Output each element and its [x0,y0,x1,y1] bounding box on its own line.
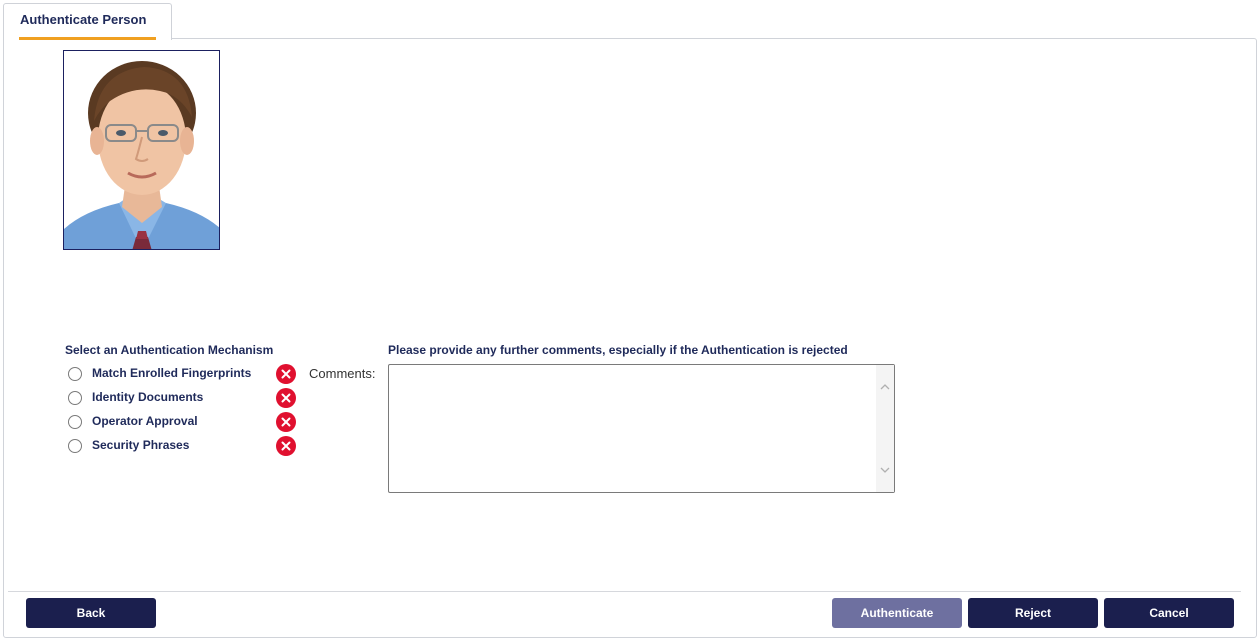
footer-divider [8,591,1241,592]
radio-button[interactable] [68,415,82,429]
mechanism-option-identity-documents[interactable]: Identity Documents [68,388,308,412]
radio-button[interactable] [68,391,82,405]
mechanism-option-operator-approval[interactable]: Operator Approval [68,412,308,436]
mechanism-option-label[interactable]: Operator Approval [92,414,198,428]
chevron-down-icon[interactable] [880,466,890,474]
mechanism-option-label[interactable]: Security Phrases [92,438,189,452]
error-x-icon [276,436,296,456]
comments-scrollbar[interactable] [876,365,894,492]
radio-button[interactable] [68,439,82,453]
error-x-icon [276,388,296,408]
mechanism-list: Match Enrolled Fingerprints Identity Doc… [68,364,308,460]
radio-button[interactable] [68,367,82,381]
error-x-icon [276,412,296,432]
authenticate-button[interactable]: Authenticate [832,598,962,628]
comments-textarea[interactable] [389,365,877,492]
mechanism-option-security-phrases[interactable]: Security Phrases [68,436,308,460]
error-x-icon [276,364,296,384]
comments-hint: Please provide any further comments, esp… [388,343,848,357]
comments-label: Comments: [309,366,376,381]
cancel-button[interactable]: Cancel [1104,598,1234,628]
mechanism-option-label[interactable]: Identity Documents [92,390,203,404]
chevron-up-icon[interactable] [880,383,890,391]
tab-authenticate-person[interactable]: Authenticate Person [3,3,172,40]
mechanism-title: Select an Authentication Mechanism [65,343,274,357]
mechanism-option-fingerprints[interactable]: Match Enrolled Fingerprints [68,364,308,388]
back-button[interactable]: Back [26,598,156,628]
reject-button[interactable]: Reject [968,598,1098,628]
person-portrait-image [64,51,219,249]
tab-label: Authenticate Person [20,12,147,27]
person-photo [63,50,220,250]
tab-active-indicator [19,37,156,40]
mechanism-option-label[interactable]: Match Enrolled Fingerprints [92,366,251,380]
comments-field[interactable] [388,364,895,493]
